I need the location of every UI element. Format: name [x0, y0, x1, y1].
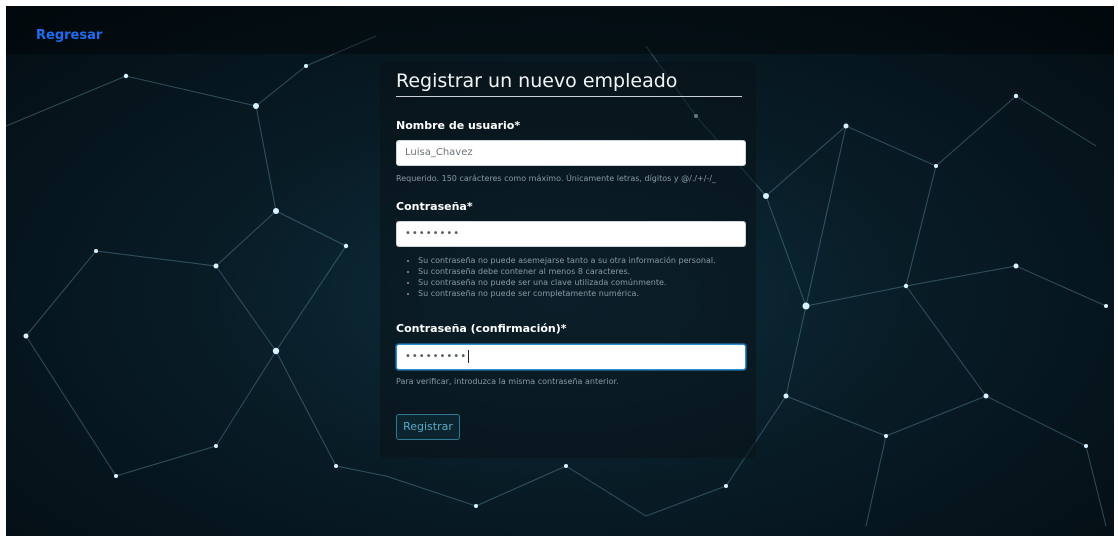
password-rule: Su contraseña no puede ser una clave uti…: [418, 277, 716, 288]
password-label: Contraseña*: [396, 200, 473, 213]
top-bar: Regresar: [6, 6, 1114, 54]
password-confirm-label: Contraseña (confirmación)*: [396, 322, 567, 335]
password-input[interactable]: ••••••••: [396, 221, 746, 247]
password-rules-list: Su contraseña no puede asemejarse tanto …: [404, 255, 716, 299]
password-confirm-help-text: Para verificar, introduzca la misma cont…: [396, 377, 619, 386]
register-button[interactable]: Registrar: [396, 414, 460, 440]
form-title: Registrar un nuevo empleado: [396, 70, 742, 97]
password-rule: Su contraseña debe contener al menos 8 c…: [418, 266, 716, 277]
register-form: Registrar un nuevo empleado Nombre de us…: [380, 62, 756, 458]
username-value: Luisa_Chavez: [405, 147, 473, 158]
password-masked-value: ••••••••: [405, 228, 461, 239]
password-confirm-input[interactable]: •••••••••: [396, 344, 746, 370]
username-input[interactable]: Luisa_Chavez: [396, 140, 746, 166]
text-caret: [468, 349, 470, 363]
password-confirm-masked-value: •••••••••: [405, 351, 468, 362]
password-rule: Su contraseña no puede ser completamente…: [418, 288, 716, 299]
back-link[interactable]: Regresar: [36, 28, 102, 43]
page-background: Regresar Registrar un nuevo empleado Nom…: [6, 6, 1114, 536]
password-rule: Su contraseña no puede asemejarse tanto …: [418, 255, 716, 266]
username-label: Nombre de usuario*: [396, 119, 521, 132]
username-help-text: Requerido. 150 carácteres como máximo. Ú…: [396, 174, 717, 183]
